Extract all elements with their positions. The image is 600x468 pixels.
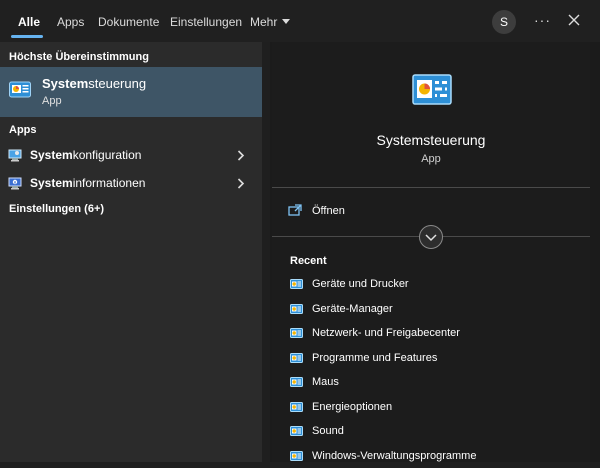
chevron-down-icon: [282, 19, 291, 24]
settings-heading[interactable]: Einstellungen (6+): [9, 203, 104, 215]
recent-item-label: Geräte und Drucker: [312, 278, 409, 290]
close-icon[interactable]: [566, 12, 582, 28]
active-tab-indicator: [11, 35, 43, 38]
divider: [272, 187, 590, 188]
open-icon: [288, 204, 302, 216]
control-panel-icon: [290, 377, 303, 387]
more-icon[interactable]: ···: [534, 12, 551, 28]
best-match-type: App: [42, 95, 62, 107]
recent-item-label: Programme und Features: [312, 351, 438, 364]
preview-pane: Systemsteuerung App Öffnen Recent Geräte…: [270, 42, 600, 462]
chevron-right-icon[interactable]: [237, 178, 245, 189]
apps-heading: Apps: [9, 124, 37, 136]
preview-subtitle: App: [421, 153, 441, 165]
control-panel-icon: [290, 450, 303, 461]
app-item-system-configuration[interactable]: Systemkonfiguration: [0, 143, 262, 167]
recent-item-label: Energieoptionen: [312, 400, 393, 413]
results-list: Höchste Übereinstimmung Systemsteuerung …: [0, 42, 262, 462]
tab-documents[interactable]: Dokumente: [98, 15, 159, 29]
tab-more-label: Mehr: [250, 15, 278, 29]
control-panel-icon: [290, 328, 303, 338]
control-panel-icon: [290, 303, 303, 314]
recent-item-label: Geräte-Manager: [312, 302, 393, 315]
app-item-system-information[interactable]: Systeminformationen: [0, 171, 262, 195]
tab-settings[interactable]: Einstellungen: [170, 15, 242, 29]
system-information-icon: [8, 177, 22, 190]
tab-all[interactable]: Alle: [18, 15, 40, 29]
chevron-right-icon[interactable]: [237, 150, 245, 161]
search-tabs-bar: Alle Apps Dokumente Einstellungen Mehr S…: [0, 0, 600, 42]
best-match-item[interactable]: Systemsteuerung App: [0, 67, 262, 117]
control-panel-icon: [290, 279, 303, 289]
app-item-label: Systemkonfiguration: [30, 148, 142, 162]
recent-item-label: Windows-Verwaltungsprogramme: [312, 449, 477, 462]
control-panel-icon: [412, 74, 452, 105]
expand-button[interactable]: [419, 225, 443, 249]
chevron-down-icon: [425, 234, 437, 242]
app-item-label: Systeminformationen: [30, 176, 146, 190]
preview-title: Systemsteuerung: [376, 132, 486, 148]
system-configuration-icon: [8, 149, 22, 162]
recent-item-label: Netzwerk- und Freigabecenter: [312, 327, 460, 339]
control-panel-icon: [290, 426, 303, 436]
account-avatar[interactable]: S: [492, 10, 516, 34]
preview-card: Systemsteuerung App Öffnen Recent Geräte…: [272, 42, 590, 462]
control-panel-icon: [9, 81, 31, 98]
best-match-name: Systemsteuerung: [42, 76, 147, 91]
open-label: Öffnen: [312, 205, 345, 217]
best-match-heading: Höchste Übereinstimmung: [9, 51, 149, 63]
tab-apps[interactable]: Apps: [57, 15, 84, 29]
control-panel-icon: [290, 352, 303, 363]
tab-more[interactable]: Mehr: [250, 15, 291, 29]
control-panel-icon: [290, 401, 303, 412]
recent-item-label: Maus: [312, 376, 339, 388]
recent-item-label: Sound: [312, 425, 344, 437]
recent-heading: Recent: [290, 255, 327, 267]
